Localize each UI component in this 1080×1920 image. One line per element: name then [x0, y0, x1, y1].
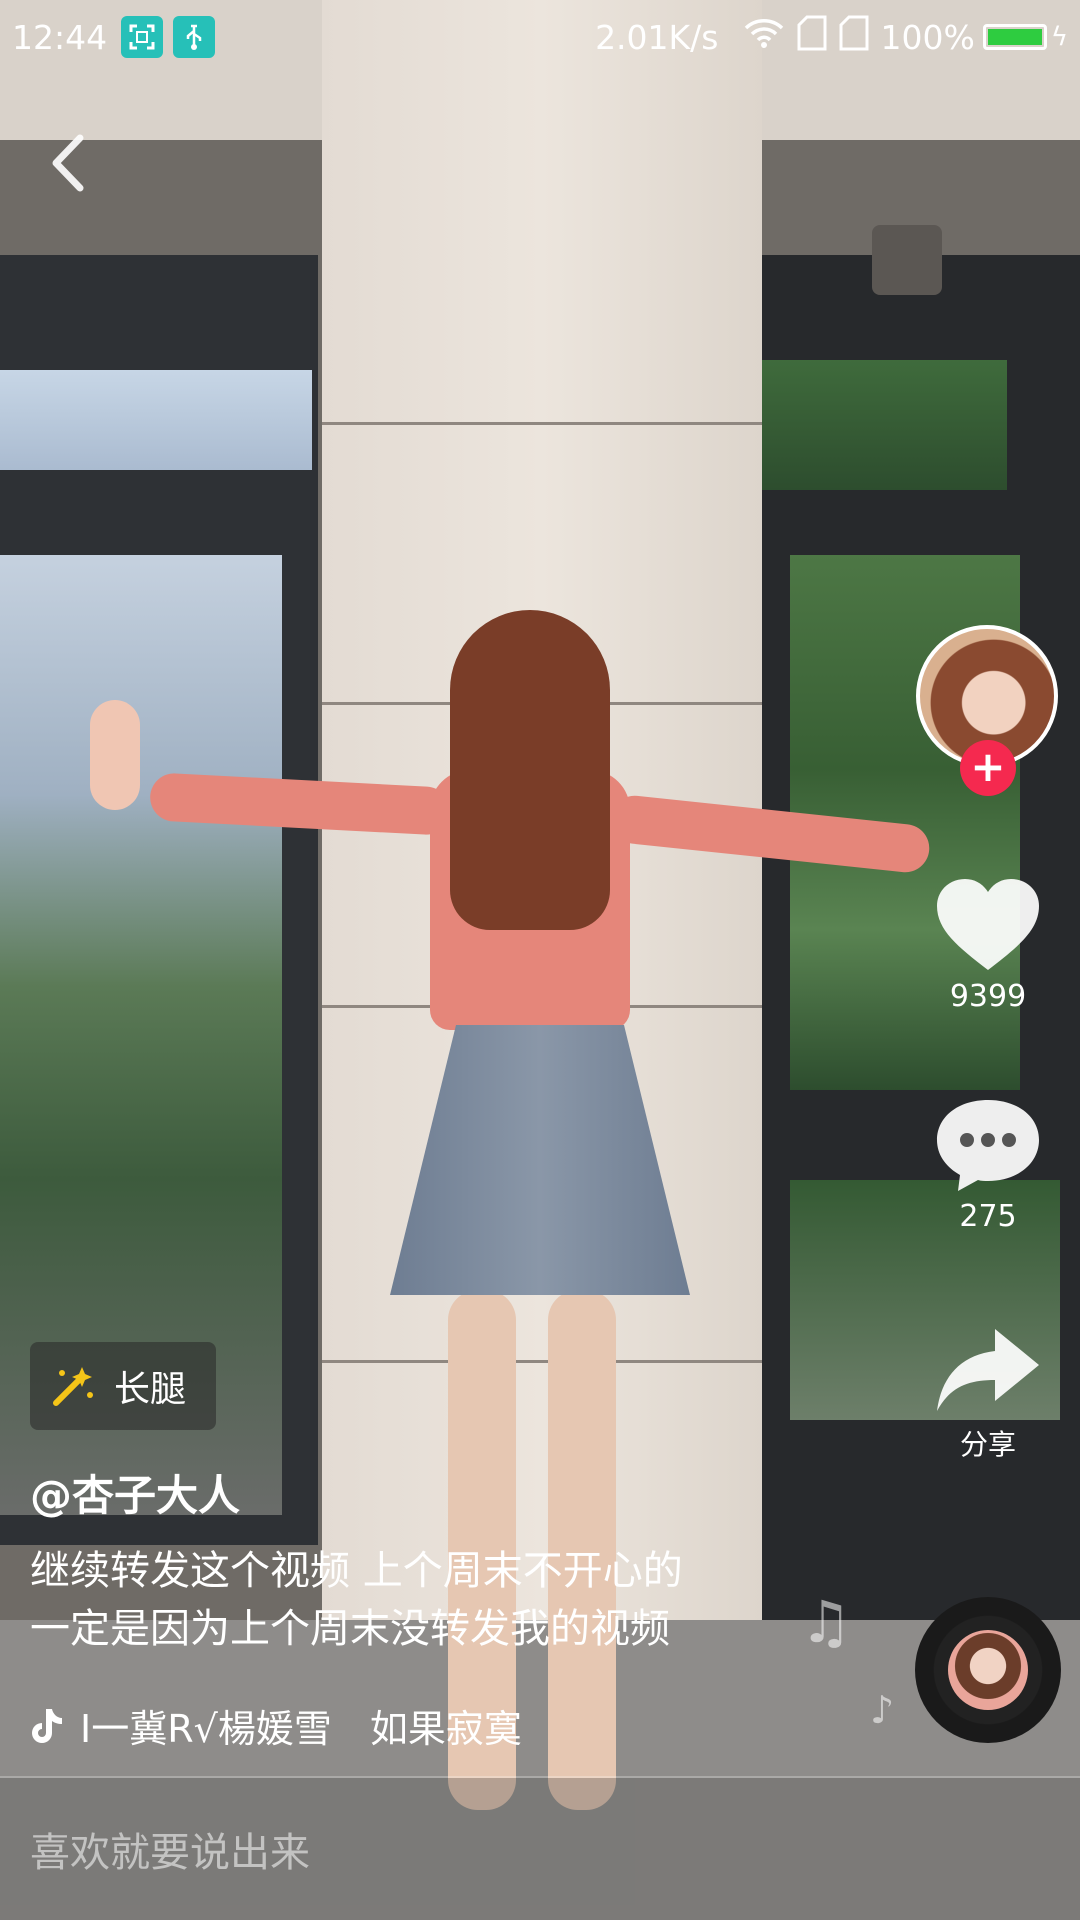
chevron-left-icon — [52, 134, 84, 192]
back-button[interactable] — [42, 128, 98, 198]
caption-line: 一定是因为上个周末没转发我的视频 — [30, 1606, 670, 1652]
author-username[interactable]: @杏子大人 — [30, 1462, 240, 1523]
share-button[interactable]: 分享 — [918, 1325, 1058, 1463]
pillar-seam — [322, 422, 762, 425]
left-window-glass-top — [0, 370, 312, 470]
right-window-glass-top — [762, 360, 1007, 490]
charging-icon: ϟ — [1050, 22, 1068, 52]
video-caption: 继续转发这个视频 上个周末不开心的 一定是因为上个周末没转发我的视频 — [30, 1542, 790, 1658]
music-title: I一冀R√楊媛雪 如果寂寞 — [80, 1707, 522, 1751]
wifi-icon — [743, 17, 785, 57]
ceiling-lamp — [872, 225, 942, 295]
screenshot-icon — [121, 16, 164, 58]
usb-icon — [173, 16, 216, 58]
network-speed: 2.01K/s — [595, 17, 719, 57]
music-disc[interactable] — [915, 1597, 1061, 1743]
battery-level — [987, 29, 1042, 45]
status-time: 12:44 — [12, 17, 108, 57]
status-bar: 12:44 2.01K/s 100% ϟ — [0, 0, 1080, 74]
effect-tag-label: 长腿 — [114, 1369, 187, 1410]
sim1-icon — [797, 15, 827, 59]
figure-hair — [450, 610, 610, 930]
effect-tag[interactable]: 长腿 — [30, 1342, 216, 1430]
music-note-icon: ♫ — [800, 1588, 852, 1656]
comment-button[interactable]: 275 — [918, 1095, 1058, 1234]
magic-wand-icon — [53, 1367, 93, 1406]
music-cover — [948, 1630, 1028, 1710]
battery-icon — [982, 24, 1047, 50]
battery-percent: 100% — [880, 17, 975, 57]
share-icon — [937, 1329, 1039, 1411]
comment-input[interactable]: 喜欢就要说出来 — [0, 1778, 1080, 1920]
like-count: 9399 — [949, 979, 1027, 1014]
comment-count: 275 — [959, 1199, 1017, 1234]
music-note-icon: ♪ — [870, 1688, 895, 1732]
heart-icon — [937, 879, 1039, 970]
share-label: 分享 — [959, 1428, 1016, 1461]
figure-hand — [90, 700, 140, 810]
follow-button[interactable]: + — [960, 740, 1016, 796]
like-button[interactable]: 9399 — [918, 875, 1058, 1014]
comment-icon — [937, 1100, 1039, 1191]
caption-line: 继续转发这个视频 上个周末不开心的 — [30, 1548, 683, 1594]
tiktok-note-icon — [32, 1708, 62, 1743]
pillar-seam — [322, 1360, 762, 1363]
music-info[interactable]: I一冀R√楊媛雪 如果寂寞 — [30, 1698, 522, 1753]
sim2-icon — [839, 15, 869, 59]
